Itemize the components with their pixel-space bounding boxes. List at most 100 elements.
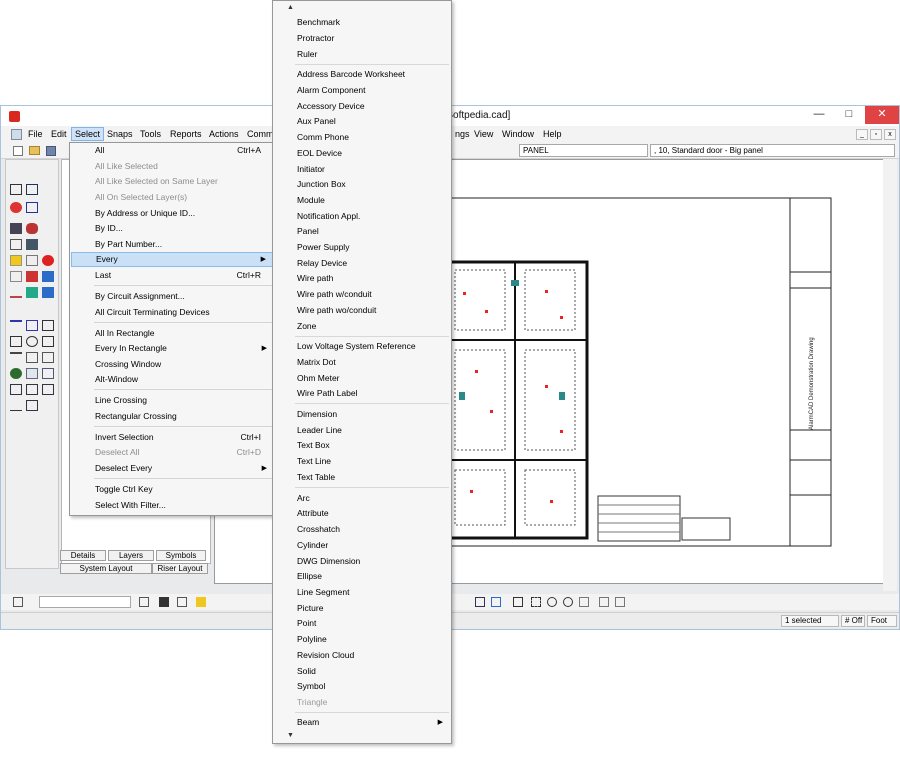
grid-tool-icon[interactable]	[10, 239, 22, 250]
alarm-tool-icon[interactable]	[10, 202, 22, 213]
menu-item-deselect-all[interactable]: Deselect All Ctrl+D	[71, 445, 273, 460]
leader-tool-icon[interactable]	[10, 400, 22, 411]
menu-tools[interactable]: Tools	[137, 128, 164, 140]
zoom-area-icon[interactable]	[531, 597, 541, 607]
table-tool-icon[interactable]	[26, 352, 38, 363]
submenu-item-notification-appl[interactable]: Notification Appl.	[274, 209, 450, 224]
menu-item-invert-selection[interactable]: Invert Selection Ctrl+I	[71, 430, 273, 445]
submenu-item-text-line[interactable]: Text Line	[274, 454, 450, 469]
submenu-item-benchmark[interactable]: Benchmark	[274, 15, 450, 30]
menu-item-alt-window[interactable]: Alt-Window	[71, 372, 273, 387]
submenu-item-triangle[interactable]: Triangle	[274, 695, 450, 710]
ruler-tool-icon[interactable]	[26, 202, 38, 213]
zoom-in-icon[interactable]	[547, 597, 557, 607]
submenu-item-polyline[interactable]: Polyline	[274, 632, 450, 647]
mdi-close-button[interactable]: x	[884, 129, 896, 140]
submenu-item-alarm-component[interactable]: Alarm Component	[274, 83, 450, 98]
submenu-item-leader-line[interactable]: Leader Line	[274, 423, 450, 438]
menu-item-every-in-rectangle[interactable]: Every In Rectangle ▶	[71, 341, 273, 356]
menu-edit[interactable]: Edit	[48, 128, 70, 140]
relay-tool-icon[interactable]	[26, 271, 38, 282]
submenu-item-cylinder[interactable]: Cylinder	[274, 538, 450, 553]
menu-item-deselect-every[interactable]: Deselect Every ▶	[71, 461, 273, 476]
submenu-item-accessory-device[interactable]: Accessory Device	[274, 99, 450, 114]
layer-combo[interactable]: PANEL	[519, 144, 648, 157]
submenu-item-solid[interactable]: Solid	[274, 664, 450, 679]
menu-item-rectangular-crossing[interactable]: Rectangular Crossing	[71, 409, 273, 424]
pointer-tool-icon[interactable]	[10, 184, 22, 195]
block-combo[interactable]: , 10, Standard door - Big panel	[650, 144, 895, 157]
menu-item-all-on-selected-layers[interactable]: All On Selected Layer(s)	[71, 190, 273, 205]
units-status[interactable]: Foot	[867, 615, 897, 627]
line-tool-icon[interactable]	[10, 320, 22, 331]
submenu-item-ruler[interactable]: Ruler	[274, 47, 450, 62]
menu-settings[interactable]: ngs	[452, 128, 473, 140]
submenu-item-picture[interactable]: Picture	[274, 601, 450, 616]
abc-text-tool-icon[interactable]	[26, 400, 38, 411]
menu-view[interactable]: View	[471, 128, 496, 140]
submenu-item-dwg-dimension[interactable]: DWG Dimension	[274, 554, 450, 569]
mdi-restore-button[interactable]: ▫	[870, 129, 882, 140]
polyline-tool-icon[interactable]	[26, 320, 38, 331]
dimension-tool-icon[interactable]	[10, 352, 22, 363]
point-tool-icon[interactable]	[10, 368, 22, 379]
module-tool-icon[interactable]	[42, 271, 54, 282]
menu-actions[interactable]: Actions	[206, 128, 242, 140]
select-tool-icon[interactable]	[26, 184, 38, 195]
panel-tool-icon[interactable]	[10, 223, 22, 234]
matrix-tool-icon[interactable]	[26, 239, 38, 250]
zoom-out-icon[interactable]	[563, 597, 573, 607]
menu-item-crossing-window[interactable]: Crossing Window	[71, 357, 273, 372]
pan-icon[interactable]	[579, 597, 589, 607]
submenu-item-point[interactable]: Point	[274, 616, 450, 631]
tab-layers[interactable]: Layers	[108, 550, 154, 561]
vertical-scrollbar[interactable]	[883, 159, 897, 591]
tab-system-layout[interactable]: System Layout	[60, 563, 152, 574]
move-icon[interactable]	[159, 597, 169, 607]
circle-tool-icon[interactable]	[26, 336, 38, 347]
menu-reports[interactable]: Reports	[167, 128, 205, 140]
submenu-item-arc[interactable]: Arc	[274, 491, 450, 506]
wire-tool-icon[interactable]	[10, 287, 22, 298]
submenu-item-crosshatch[interactable]: Crosshatch	[274, 522, 450, 537]
submenu-item-line-segment[interactable]: Line Segment	[274, 585, 450, 600]
menu-item-line-crossing[interactable]: Line Crossing	[71, 393, 273, 408]
solid-tool-icon[interactable]	[42, 336, 54, 347]
tab-symbols[interactable]: Symbols	[156, 550, 206, 561]
scroll-up-arrow-icon[interactable]: ▲	[287, 4, 294, 11]
tab-riser-layout[interactable]: Riser Layout	[152, 563, 208, 574]
menu-item-all-like-selected-same-layer[interactable]: All Like Selected on Same Layer	[71, 174, 273, 189]
submenu-item-junction-box[interactable]: Junction Box	[274, 177, 450, 192]
copy-view-icon[interactable]	[599, 597, 609, 607]
horn-tool-icon[interactable]	[26, 223, 38, 234]
submenu-item-dimension[interactable]: Dimension	[274, 407, 450, 422]
text-line-tool-icon[interactable]	[26, 384, 38, 395]
picture-tool-icon[interactable]	[26, 368, 38, 379]
submenu-item-matrix-dot[interactable]: Matrix Dot	[274, 355, 450, 370]
menu-item-by-id[interactable]: By ID...	[71, 221, 273, 236]
submenu-item-ohm-meter[interactable]: Ohm Meter	[274, 371, 450, 386]
menu-item-all[interactable]: All Ctrl+A	[71, 143, 273, 158]
attribute-tool-icon[interactable]	[42, 384, 54, 395]
save-icon[interactable]	[46, 146, 56, 156]
open-folder-icon[interactable]	[29, 146, 40, 155]
snap-status[interactable]: # Off	[841, 615, 865, 627]
submenu-item-wire-path-label[interactable]: Wire Path Label	[274, 386, 450, 401]
submenu-item-text-box[interactable]: Text Box	[274, 438, 450, 453]
pencil-icon[interactable]	[196, 597, 206, 607]
box-tool-icon[interactable]	[10, 271, 22, 282]
submenu-item-beam[interactable]: Beam ▶	[274, 715, 450, 730]
menu-item-all-like-selected[interactable]: All Like Selected	[71, 159, 273, 174]
menu-item-all-in-rectangle[interactable]: All In Rectangle	[71, 326, 273, 341]
layers-icon[interactable]	[475, 597, 485, 607]
bulb-tool-icon[interactable]	[10, 255, 22, 266]
submenu-item-text-table[interactable]: Text Table	[274, 470, 450, 485]
device-tool-icon[interactable]	[26, 255, 38, 266]
document-icon[interactable]	[11, 129, 22, 140]
text-box-tool-icon[interactable]	[10, 384, 22, 395]
tab-details[interactable]: Details	[60, 550, 106, 561]
menu-file[interactable]: File	[25, 128, 46, 140]
snap-toggle-icon[interactable]	[13, 597, 23, 607]
maximize-button[interactable]: □	[835, 106, 863, 124]
submenu-item-module[interactable]: Module	[274, 193, 450, 208]
